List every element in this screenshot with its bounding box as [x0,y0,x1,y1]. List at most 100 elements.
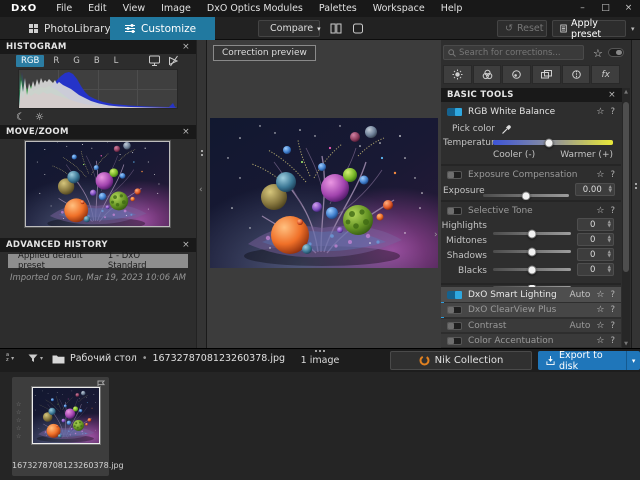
exposure-slider-handle[interactable] [522,191,531,200]
contrast-star-icon[interactable]: ☆ [596,321,604,331]
reset-button[interactable]: ↺ Reset [497,20,547,37]
detail-tools-tab[interactable] [502,65,531,84]
bottom-splitter-grip[interactable] [315,350,325,352]
color-accentuation-toggle[interactable] [447,337,462,345]
white-balance-toggle[interactable] [447,108,462,116]
channel-rgb[interactable]: RGB [16,55,44,67]
color-accentuation-help-icon[interactable]: ? [610,336,615,346]
sort-button[interactable]: az ▾ [6,353,14,363]
toolbar-collapse-caret-icon[interactable]: ▾ [631,25,635,33]
scroll-down-icon[interactable]: ▼ [624,340,628,348]
smart-lighting-help-icon[interactable]: ? [610,290,615,300]
highlights-slider[interactable] [493,232,571,235]
selective-tone-help-icon[interactable]: ? [610,206,615,216]
minimize-button[interactable]: – [571,0,594,17]
shadows-slider[interactable] [493,268,571,271]
tab-photolibrary[interactable]: PhotoLibrary [14,17,125,40]
active-corrections-toggle[interactable] [608,48,624,57]
export-to-disk-button[interactable]: Export to disk ▾ [538,351,640,370]
menu-palettes[interactable]: Palettes [311,3,365,14]
spin-down-icon[interactable]: ▼ [608,225,611,229]
exposure-compensation-star-icon[interactable]: ☆ [596,170,604,180]
apply-preset-button[interactable]: Apply preset [552,20,626,37]
menu-workspace[interactable]: Workspace [365,3,433,14]
white-balance-star-icon[interactable]: ☆ [596,107,604,117]
shadows-slider-handle[interactable] [528,265,537,274]
channel-l[interactable]: L [109,55,124,67]
clearview-row[interactable]: DxO ClearView Plus ☆ ? [441,303,621,317]
clearview-toggle[interactable] [447,306,462,314]
color-tools-tab[interactable] [473,65,502,84]
split-view-button[interactable] [326,20,345,37]
export-options-caret[interactable]: ▾ [626,351,640,370]
highlight-clipping-sun-icon[interactable]: ☼ [35,112,44,123]
exposure-value-box[interactable]: 0.00 ▲▼ [575,183,615,196]
midtones-slider-handle[interactable] [528,247,537,256]
pick-color-control[interactable]: Pick color [452,123,513,135]
history-close-icon[interactable]: × [182,240,190,250]
exposure-slider[interactable] [483,194,569,197]
filter-button[interactable]: ▾ [28,354,43,363]
highlights-value-box[interactable]: 0 ▲▼ [577,218,614,231]
color-accentuation-star-icon[interactable]: ☆ [596,336,604,346]
channel-b[interactable]: B [89,55,105,67]
compare-button[interactable]: Compare ▾ [258,20,320,37]
search-corrections-box[interactable] [443,45,584,60]
rating-star-icon[interactable]: ☆ [16,401,21,408]
smart-lighting-row[interactable]: DxO Smart Lighting Auto ☆ ? [441,287,621,302]
contrast-toggle[interactable] [447,322,462,330]
left-splitter[interactable]: ‹ [196,40,207,348]
blacks-value-box[interactable]: 0 ▲▼ [577,263,614,276]
exposure-compensation-toggle[interactable] [447,171,462,179]
rating-star-icon[interactable]: ☆ [16,409,21,416]
collapse-right-chevron-icon[interactable]: › [434,230,438,240]
thumbnail-rating-stars[interactable]: ☆ ☆ ☆ ☆ ☆ [16,401,21,440]
smart-lighting-star-icon[interactable]: ☆ [596,290,604,300]
selective-tone-star-icon[interactable]: ☆ [596,206,604,216]
main-image[interactable] [210,118,438,268]
rating-star-icon[interactable]: ☆ [16,433,21,440]
thumbnail-image[interactable] [32,387,100,444]
channel-g[interactable]: G [68,55,85,67]
history-entry[interactable]: Applied default preset 1 - DxO Standard [8,254,188,268]
white-balance-section-header[interactable]: RGB White Balance ☆ ? [441,105,621,118]
basic-tools-close-icon[interactable]: × [608,90,616,100]
scrollbar-thumb[interactable] [623,102,629,272]
color-accentuation-row[interactable]: Color Accentuation ☆ ? [441,334,621,347]
right-splitter-grip[interactable] [635,183,637,189]
spin-down-icon[interactable]: ▼ [609,190,612,194]
search-input[interactable] [459,48,579,58]
spin-down-icon[interactable]: ▼ [608,270,611,274]
panel-scrollbar[interactable]: ▲ ▼ [622,88,630,348]
menu-view[interactable]: View [115,3,154,14]
light-tools-tab[interactable] [443,65,472,84]
temperature-slider-handle[interactable] [545,138,554,147]
nik-collection-button[interactable]: Nik Collection [390,351,532,370]
menu-help[interactable]: Help [433,3,471,14]
spin-down-icon[interactable]: ▼ [608,240,611,244]
rating-star-icon[interactable]: ☆ [16,417,21,424]
rating-star-icon[interactable]: ☆ [16,425,21,432]
left-splitter-grip[interactable] [201,150,203,156]
shadows-value-box[interactable]: 0 ▲▼ [577,248,614,261]
contrast-help-icon[interactable]: ? [610,321,615,331]
selective-tone-section-header[interactable]: Selective Tone ☆ ? [441,204,621,217]
collapse-left-chevron-icon[interactable]: ‹ [199,185,203,195]
right-splitter[interactable] [631,40,640,348]
exposure-compensation-help-icon[interactable]: ? [610,170,615,180]
single-view-button[interactable] [348,20,367,37]
white-balance-help-icon[interactable]: ? [610,107,615,117]
favorites-filter-star-icon[interactable]: ☆ [593,47,603,60]
temperature-slider[interactable] [493,140,613,145]
contrast-row[interactable]: Contrast Auto ☆ ? [441,319,621,332]
local-adjustments-tab[interactable] [562,65,591,84]
spin-down-icon[interactable]: ▼ [608,255,611,259]
menu-image[interactable]: Image [153,3,199,14]
geometry-tools-tab[interactable] [532,65,561,84]
selective-tone-toggle[interactable] [447,207,462,215]
highlights-slider-handle[interactable] [528,229,537,238]
current-folder-label[interactable]: Рабочий стол [70,353,137,364]
close-button[interactable]: × [617,0,640,17]
movezoom-thumbnail[interactable] [25,141,170,227]
tab-customize[interactable]: Customize [110,17,215,40]
